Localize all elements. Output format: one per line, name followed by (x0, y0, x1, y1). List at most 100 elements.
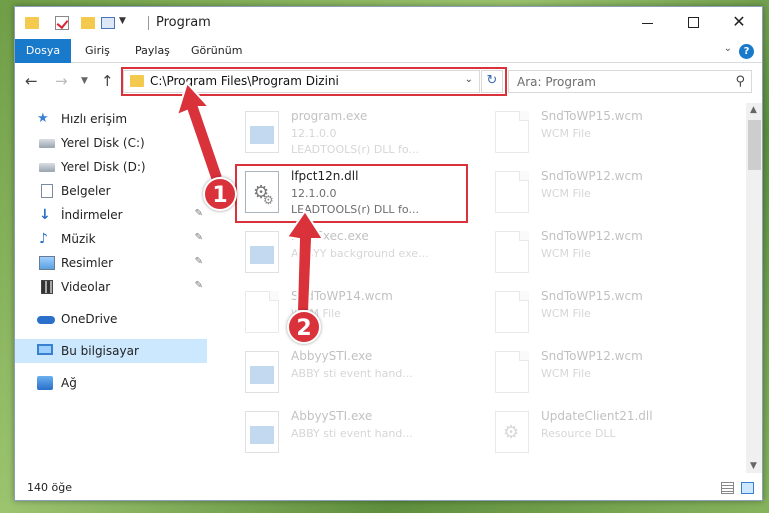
search-input[interactable]: Ara: Program ⚲ (508, 70, 752, 93)
scroll-up-icon[interactable]: ▲ (750, 105, 757, 115)
sidebar-item-label: Yerel Disk (D:) (61, 160, 146, 174)
arrow-1-icon (175, 81, 225, 183)
file-name: program.exe (291, 109, 368, 123)
videos-icon (41, 280, 53, 294)
file-detail: Resource DLL (541, 427, 616, 440)
pin-icon[interactable]: ✎ (195, 208, 203, 219)
file-tile[interactable]: SndToWP15.wcm WCM File (483, 103, 718, 163)
item-count: 140 öğe (27, 481, 72, 494)
sidebar-item-onedrive[interactable]: OneDrive (15, 307, 207, 331)
exe-file-icon (245, 351, 279, 393)
scroll-down-icon[interactable]: ▼ (750, 461, 757, 471)
tab-home[interactable]: Giriş (85, 39, 110, 63)
tab-view[interactable]: Görünüm (191, 39, 242, 63)
sidebar-item-label: Ağ (61, 376, 77, 390)
star-icon: ★ (37, 111, 49, 126)
sidebar-item-label: Videolar (61, 280, 111, 294)
sidebar-item-downloads[interactable]: ↓ İndirmeler ✎ (15, 203, 207, 227)
file-name: SndToWP12.wcm (541, 169, 643, 183)
pin-icon[interactable]: ✎ (195, 280, 203, 291)
title-bar: ▼ Program ✕ (15, 7, 762, 39)
exe-file-icon (245, 231, 279, 273)
file-highlight-box (235, 164, 468, 223)
help-icon[interactable]: ? (739, 44, 754, 59)
file-detail: LEADTOOLS(r) DLL fo... (291, 143, 419, 156)
search-icon[interactable]: ⚲ (735, 74, 745, 89)
dll-file-icon: ⚙ (495, 411, 529, 453)
folder-icon[interactable] (25, 17, 39, 29)
details-view-icon[interactable] (721, 482, 734, 494)
sidebar-item-pictures[interactable]: Resimler ✎ (15, 251, 207, 275)
recent-locations-chevron-icon[interactable]: ▼ (81, 76, 88, 86)
computer-icon (37, 344, 53, 355)
sidebar-item-label: Hızlı erişim (61, 112, 128, 126)
sidebar-item-videos[interactable]: Videolar ✎ (15, 275, 207, 299)
close-button[interactable]: ✕ (716, 7, 762, 39)
back-arrow-icon[interactable]: ← (25, 72, 38, 90)
onedrive-icon (37, 316, 55, 324)
downloads-icon: ↓ (39, 207, 51, 223)
scroll-thumb[interactable] (748, 120, 761, 170)
exe-file-icon (245, 411, 279, 453)
file-tile[interactable]: ⚙ UpdateClient21.dll Resource DLL (483, 403, 718, 463)
file-tile[interactable]: SndToWP12.wcm WCM File (483, 163, 718, 223)
vertical-scrollbar[interactable]: ▲ ▼ (746, 103, 762, 473)
tiles-view-icon[interactable] (741, 482, 754, 494)
document-file-icon (495, 291, 529, 333)
quick-access-props-icon[interactable] (101, 17, 115, 29)
pin-icon[interactable]: ✎ (195, 256, 203, 267)
sidebar-item-this-pc[interactable]: Bu bilgisayar (15, 339, 207, 363)
file-tile[interactable]: SndToWP12.wcm WCM File (483, 343, 718, 403)
file-detail: WCM File (541, 127, 591, 140)
file-detail: WCM File (541, 187, 591, 200)
sidebar-item-music[interactable]: ♪ Müzik ✎ (15, 227, 207, 251)
new-folder-icon[interactable] (81, 17, 95, 29)
forward-arrow-icon[interactable]: → (55, 72, 68, 90)
file-name: SndToWP12.wcm (541, 349, 643, 363)
document-file-icon (495, 171, 529, 213)
document-file-icon (495, 111, 529, 153)
step-1-badge: 1 (203, 177, 237, 211)
file-detail: ABBY sti event hand... (291, 427, 413, 440)
status-bar: 140 öğe (15, 477, 762, 500)
file-explorer-window: ▼ Program ✕ Dosya Giriş Paylaş Görünüm ⌄… (14, 6, 763, 501)
maximize-button[interactable] (670, 7, 716, 39)
drive-icon (39, 139, 55, 148)
search-placeholder: Ara: Program (517, 75, 596, 89)
file-tile[interactable]: SndToWP12.wcm WCM File (483, 223, 718, 283)
file-tile[interactable]: FineExec.exe ABBYY background exe... (233, 223, 468, 283)
sidebar-item-network[interactable]: Ağ (15, 371, 207, 395)
gear-icon: ⚙ (503, 422, 520, 443)
file-tile[interactable]: program.exe 12.1.0.0 LEADTOOLS(r) DLL fo… (233, 103, 468, 163)
file-detail: WCM File (541, 247, 591, 260)
step-2-badge: 2 (287, 310, 321, 344)
file-name: AbbyySTI.exe (291, 349, 373, 363)
file-tile[interactable]: SndToWP15.wcm WCM File (483, 283, 718, 343)
sidebar-item-label: Yerel Disk (C:) (61, 136, 145, 150)
minimize-button[interactable] (624, 7, 670, 39)
window-title: Program (156, 15, 211, 30)
file-tile[interactable]: AbbyySTI.exe ABBY sti event hand... (233, 343, 468, 403)
file-name: UpdateClient21.dll (541, 409, 653, 423)
properties-check-icon[interactable] (55, 16, 69, 30)
ribbon-tabs: Dosya Giriş Paylaş Görünüm ⌄ ? (15, 39, 762, 63)
tab-share[interactable]: Paylaş (135, 39, 170, 63)
file-detail: 12.1.0.0 (291, 127, 337, 140)
tab-file[interactable]: Dosya (15, 39, 71, 63)
file-tile[interactable]: SndToWP14.wcm WCM File (233, 283, 468, 343)
expand-ribbon-chevron-icon[interactable]: ⌄ (724, 43, 732, 54)
file-name: SndToWP12.wcm (541, 229, 643, 243)
up-arrow-icon[interactable]: ↑ (101, 72, 114, 90)
minimize-icon (642, 23, 653, 24)
title-separator (148, 16, 149, 30)
pin-icon[interactable]: ✎ (195, 232, 203, 243)
customize-toolbar-chevron-icon[interactable]: ▼ (119, 16, 126, 32)
network-icon (37, 376, 53, 390)
drive-icon (39, 163, 55, 172)
file-name: SndToWP15.wcm (541, 109, 643, 123)
file-detail: WCM File (541, 367, 591, 380)
file-detail: ABBY sti event hand... (291, 367, 413, 380)
file-tile[interactable]: AbbyySTI.exe ABBY sti event hand... (233, 403, 468, 463)
document-file-icon (495, 351, 529, 393)
exe-file-icon (245, 111, 279, 153)
